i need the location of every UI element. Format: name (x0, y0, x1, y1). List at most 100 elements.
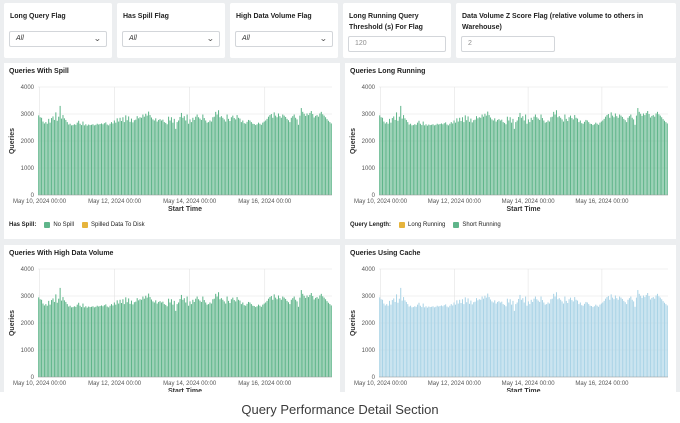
has-spill-flag-select[interactable]: All ⌄ (122, 31, 220, 47)
bar (173, 300, 175, 377)
bar (266, 300, 268, 377)
bar (449, 123, 451, 195)
x-tick-label: May 10, 2024 00:00 (13, 381, 67, 387)
bar (138, 300, 140, 377)
legend-item-no-spill[interactable]: No Spill (44, 222, 74, 228)
bar (433, 307, 435, 377)
bar (89, 307, 91, 377)
bar (190, 122, 192, 195)
bar (491, 301, 493, 377)
bar (591, 123, 593, 195)
bar (494, 118, 496, 195)
legend-item-spilled-to-disk[interactable]: Spilled Data To Disk (82, 222, 145, 228)
bar (621, 298, 623, 377)
filter-label: Long Running Query Threshold (s) For Fla… (349, 13, 423, 31)
bar (228, 300, 230, 377)
bar (516, 302, 518, 377)
bar (169, 120, 171, 195)
bar (287, 120, 289, 195)
bar (79, 305, 81, 377)
bar (577, 118, 579, 195)
x-tick-label: May 14, 2024 00:00 (163, 199, 217, 205)
input-value: 120 (355, 40, 367, 47)
bar (596, 305, 598, 377)
bar (282, 296, 284, 377)
chevron-down-icon: ⌄ (206, 34, 215, 43)
bar (431, 306, 433, 377)
bar (640, 113, 642, 195)
bar (233, 300, 235, 377)
bar (220, 116, 222, 195)
bar (403, 297, 405, 377)
high-data-volume-flag-select[interactable]: All ⌄ (235, 31, 333, 47)
bar (210, 303, 212, 377)
bar (182, 117, 184, 195)
bar (488, 297, 490, 377)
spill-chart: 01000200030004000May 10, 2024 00:00 May 1… (9, 85, 332, 213)
bar (272, 117, 274, 195)
bar (188, 305, 190, 377)
bar (329, 304, 331, 377)
x-axis-label: Start Time (168, 388, 202, 392)
bar (319, 113, 321, 195)
bar (159, 301, 161, 377)
bar (330, 305, 332, 377)
bar (168, 298, 170, 377)
legend-item-long-running[interactable]: Long Running (399, 222, 445, 228)
bar (106, 124, 108, 195)
bar (562, 121, 564, 195)
long-running-legend: Query Length: Long Running Short Running (350, 220, 501, 230)
bar (38, 115, 40, 195)
bar (78, 120, 80, 195)
bar (502, 304, 504, 377)
bar (456, 300, 458, 377)
bar (600, 303, 602, 377)
bar (145, 113, 147, 195)
bar (621, 116, 623, 195)
bar (442, 306, 444, 377)
bar (165, 122, 167, 195)
data-volume-z-score-input[interactable]: 2 (461, 36, 555, 52)
bar (644, 115, 646, 195)
bar (39, 299, 41, 377)
bar (198, 117, 200, 195)
bar (170, 299, 172, 377)
legend-item-short-running[interactable]: Short Running (453, 222, 501, 228)
bar (52, 116, 54, 195)
bar (45, 304, 47, 377)
bar (386, 304, 388, 377)
bar (616, 298, 618, 377)
bar (146, 115, 148, 195)
y-axis-label: Queries (9, 310, 16, 336)
long-running-threshold-input[interactable]: 120 (348, 36, 446, 52)
bar (51, 300, 53, 377)
bar (499, 120, 501, 195)
x-tick-label: May 14, 2024 00:00 (163, 381, 217, 387)
long-query-flag-select[interactable]: All ⌄ (9, 31, 107, 47)
bar (606, 297, 608, 377)
bar (478, 117, 480, 195)
bar (222, 117, 224, 195)
filter-data-volume-z-score: Data Volume Z Score Flag (relative volum… (456, 3, 676, 58)
bar (303, 295, 305, 377)
bar (103, 123, 105, 195)
bar (255, 307, 257, 377)
bar (98, 306, 100, 377)
bar (384, 305, 386, 377)
bar (445, 122, 447, 195)
bar (421, 307, 423, 377)
bar (577, 300, 579, 377)
bar (225, 121, 227, 195)
bar (495, 121, 497, 195)
bar (452, 305, 454, 377)
bar (290, 117, 292, 195)
bar (534, 114, 536, 195)
bar (269, 297, 271, 377)
bar (609, 117, 611, 195)
bar (325, 117, 327, 195)
bar (459, 299, 461, 377)
x-tick-label: May 16, 2024 00:00 (575, 199, 629, 205)
bar (250, 122, 252, 195)
x-tick-label: May 12, 2024 00:00 (88, 199, 142, 205)
bar (626, 122, 628, 195)
